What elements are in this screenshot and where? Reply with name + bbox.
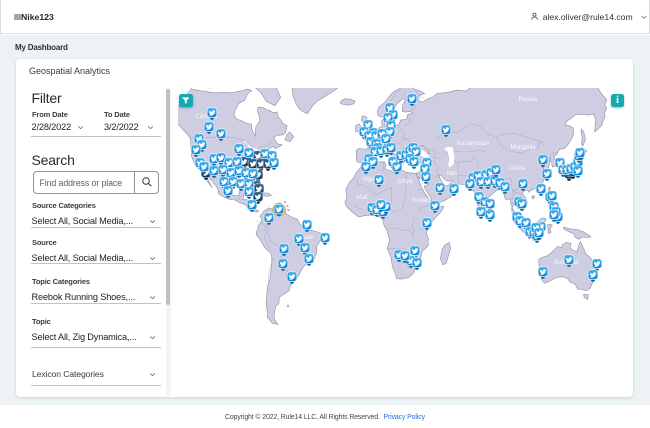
svg-text:Mali: Mali <box>356 194 367 201</box>
svg-text:China: China <box>509 165 526 172</box>
svg-text:Iran: Iran <box>447 170 458 177</box>
svg-text:Mongolia: Mongolia <box>510 144 536 151</box>
svg-text:Sudan: Sudan <box>412 197 430 204</box>
svg-text:Kazakhstan: Kazakhstan <box>457 140 490 147</box>
svg-text:Libya: Libya <box>398 178 413 185</box>
svg-text:Russia: Russia <box>519 96 538 103</box>
